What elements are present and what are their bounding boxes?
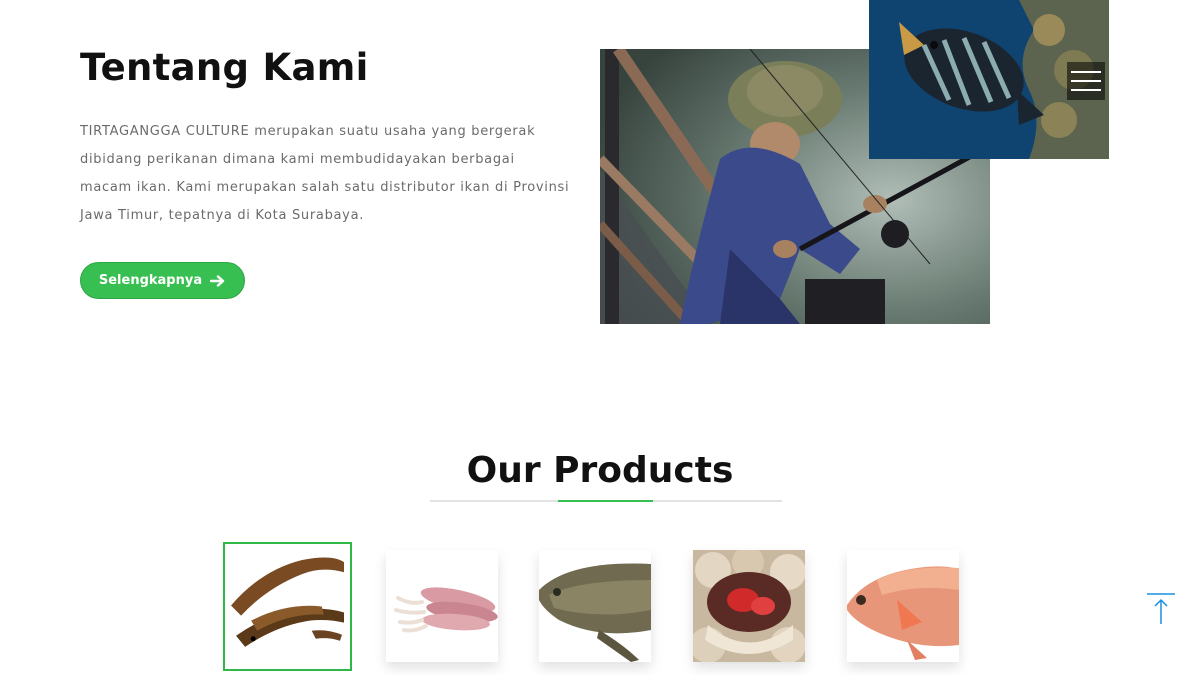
read-more-label: Selengkapnya (98, 273, 203, 288)
arrow-up-icon (1147, 593, 1175, 624)
menu-bar-top (1071, 71, 1101, 73)
squid-icon (386, 550, 498, 662)
menu-bar-bottom (1071, 89, 1101, 91)
product-card-tilapia[interactable] (847, 550, 959, 662)
red-tilapia-fish-icon (847, 550, 959, 662)
cockle-shell-icon (693, 550, 805, 662)
product-card-squid[interactable] (386, 550, 498, 662)
product-card-gourami[interactable] (539, 550, 651, 662)
product-card-cockle[interactable] (693, 550, 805, 662)
about-title: Tentang Kami (80, 46, 369, 89)
menu-bar-middle (1071, 80, 1101, 82)
about-description: TIRTAGANGGA CULTURE merupakan suatu usah… (80, 124, 570, 223)
eel-icon (231, 550, 344, 663)
hamburger-menu-icon[interactable] (1067, 62, 1105, 100)
gourami-fish-icon (539, 550, 651, 662)
products-title: Our Products (466, 450, 734, 491)
title-divider-accent (558, 500, 653, 502)
arrow-right-icon (210, 274, 225, 287)
back-to-top-button[interactable] (1145, 592, 1177, 626)
product-card-eel[interactable] (223, 542, 352, 671)
read-more-button[interactable]: Selengkapnya (80, 262, 245, 299)
